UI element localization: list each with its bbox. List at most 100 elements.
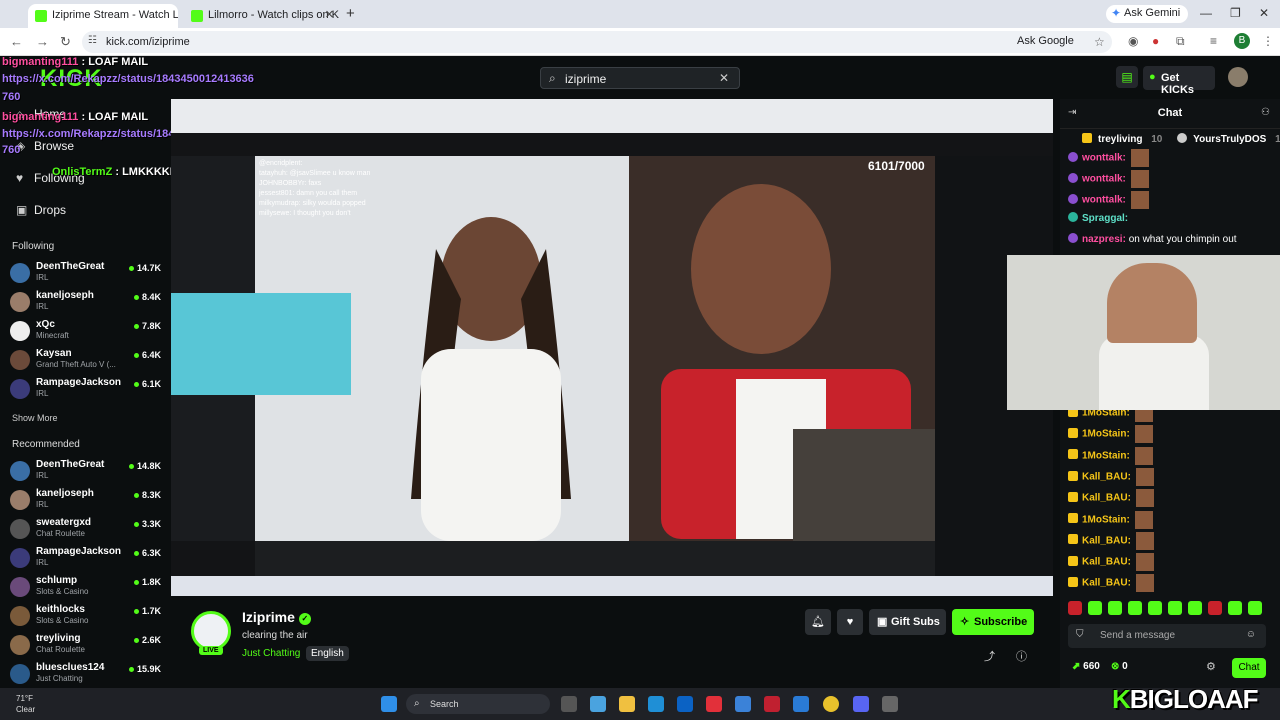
- ask-google-button[interactable]: Ask Google: [1017, 35, 1074, 47]
- chat-username[interactable]: Spraggal:: [1082, 213, 1128, 224]
- sidebar-item-browse[interactable]: ◈ Browse: [16, 139, 74, 159]
- streamer-avatar[interactable]: [191, 611, 231, 651]
- recommended-channel-item[interactable]: kaneljoseph IRL 8.3K: [10, 488, 165, 516]
- settings-gear-icon[interactable]: [882, 696, 898, 712]
- weather-widget[interactable]: 71°F Clear: [16, 693, 35, 715]
- send-chat-button[interactable]: Chat: [1232, 658, 1266, 678]
- chat-username[interactable]: 1MoStain:: [1082, 429, 1130, 440]
- back-icon[interactable]: ←: [10, 34, 23, 49]
- gift-subs-button[interactable]: ▣ Gift Subs: [869, 609, 946, 635]
- following-channel-item[interactable]: RampageJackson IRL 6.1K: [10, 377, 165, 405]
- sidebar-item-drops[interactable]: ▣ Drops: [16, 203, 66, 223]
- close-tab-icon[interactable]: ✕: [325, 8, 334, 21]
- info-icon[interactable]: ⓘ: [1016, 648, 1027, 664]
- reload-icon[interactable]: ↻: [60, 34, 71, 50]
- menu-lines-icon[interactable]: ≡: [1210, 34, 1217, 48]
- mail-icon[interactable]: [793, 696, 809, 712]
- chat-username[interactable]: Kall_BAU:: [1082, 535, 1131, 546]
- ask-gemini-button[interactable]: ✦ Ask Gemini: [1106, 5, 1189, 23]
- emote-button[interactable]: [1108, 601, 1122, 615]
- gifter-2[interactable]: YoursTrulyDOS 1: [1177, 133, 1280, 145]
- chat-username[interactable]: Kall_BAU:: [1082, 493, 1131, 504]
- record-extension-icon[interactable]: ●: [1152, 34, 1159, 48]
- chat-username[interactable]: wonttalk:: [1082, 174, 1126, 185]
- extension-icon[interactable]: ◉: [1128, 34, 1138, 48]
- share-icon[interactable]: ⤴: [984, 648, 995, 664]
- recommended-channel-item[interactable]: treyliving Chat Roulette 2.6K: [10, 633, 165, 661]
- site-info-icon[interactable]: ☷: [88, 35, 97, 46]
- clear-search-icon[interactable]: ✕: [719, 71, 729, 85]
- emote-button[interactable]: [1208, 601, 1222, 615]
- show-more-link[interactable]: Show More: [12, 413, 58, 423]
- search-input[interactable]: ⌕ iziprime ✕: [540, 67, 740, 89]
- emote-button[interactable]: [1228, 601, 1242, 615]
- video-player[interactable]: 6101/7000 @encridplent: tatayhuh: @jsavS…: [171, 99, 1053, 596]
- gifter-1[interactable]: treyliving 10: [1082, 133, 1168, 145]
- puzzle-icon[interactable]: ⧉: [1176, 34, 1185, 49]
- get-kicks-button[interactable]: ● Get KICKs: [1143, 66, 1215, 96]
- emote-button[interactable]: [1148, 601, 1162, 615]
- minimize-icon[interactable]: —: [1200, 6, 1212, 20]
- emote-button[interactable]: [1088, 601, 1102, 615]
- follow-heart-button[interactable]: ♥: [837, 609, 863, 635]
- user-avatar[interactable]: [1228, 67, 1248, 87]
- close-window-icon[interactable]: ✕: [1259, 6, 1269, 20]
- following-channel-item[interactable]: kaneljoseph IRL 8.4K: [10, 290, 165, 318]
- forward-icon[interactable]: →: [36, 34, 49, 49]
- emote-button[interactable]: [1168, 601, 1182, 615]
- new-tab-button[interactable]: +: [346, 5, 355, 22]
- following-channel-item[interactable]: DeenTheGreat IRL 14.7K: [10, 261, 165, 289]
- recommended-channel-item[interactable]: bluesclues124 Just Chatting 15.9K: [10, 662, 165, 690]
- recommended-channel-item[interactable]: schlump Slots & Casino 1.8K: [10, 575, 165, 603]
- chat-username[interactable]: Kall_BAU:: [1082, 578, 1131, 589]
- chat-settings-icon[interactable]: ⚙: [1206, 660, 1216, 673]
- store-icon[interactable]: [677, 696, 693, 712]
- notification-bell-button[interactable]: 🔔︎: [805, 609, 831, 635]
- more-menu-icon[interactable]: ⋮: [1262, 34, 1274, 48]
- recommended-channel-item[interactable]: sweatergxd Chat Roulette 3.3K: [10, 517, 165, 545]
- copilot-icon[interactable]: [590, 696, 606, 712]
- following-channel-item[interactable]: xQc Minecraft 7.8K: [10, 319, 165, 347]
- streamer-name[interactable]: Iziprime ✓: [242, 609, 311, 625]
- tab-lilmorro[interactable]: Lilmorro - Watch clips on K ✕: [184, 4, 340, 28]
- stream-category-link[interactable]: Just Chatting: [242, 648, 300, 659]
- leaderboard-icon[interactable]: ▤: [1116, 66, 1138, 88]
- emote-button[interactable]: [1068, 601, 1082, 615]
- maximize-icon[interactable]: ❐: [1230, 6, 1241, 20]
- chat-username[interactable]: Kall_BAU:: [1082, 472, 1131, 483]
- points-icon: ⊗: [1110, 661, 1120, 672]
- chat-username[interactable]: 1MoStain:: [1082, 450, 1130, 461]
- help-icon[interactable]: [735, 696, 751, 712]
- chat-username[interactable]: nazpresi:: [1082, 234, 1126, 245]
- following-channel-item[interactable]: Kaysan Grand Theft Auto V (... 6.4K: [10, 348, 165, 376]
- chat-username[interactable]: wonttalk:: [1082, 195, 1126, 206]
- file-explorer-icon[interactable]: [619, 696, 635, 712]
- recommended-channel-item[interactable]: RampageJackson IRL 6.3K: [10, 546, 165, 574]
- chat-username[interactable]: wonttalk:: [1082, 153, 1126, 164]
- emote-button[interactable]: [1248, 601, 1262, 615]
- profile-avatar[interactable]: B: [1234, 33, 1250, 49]
- app-icon-red[interactable]: [706, 696, 722, 712]
- recommended-channel-item[interactable]: DeenTheGreat IRL 14.8K: [10, 459, 165, 487]
- chat-username[interactable]: 1MoStain:: [1082, 514, 1130, 525]
- chat-users-icon[interactable]: ⚇: [1261, 107, 1270, 118]
- chrome-icon[interactable]: [823, 696, 839, 712]
- emote-button[interactable]: [1128, 601, 1142, 615]
- chat-username[interactable]: Kall_BAU:: [1082, 557, 1131, 568]
- emoji-icon[interactable]: ☺: [1246, 629, 1256, 640]
- edge-icon[interactable]: [648, 696, 664, 712]
- bookmark-star-icon[interactable]: ☆: [1094, 35, 1105, 49]
- chat-message-input[interactable]: ⛉ Send a message ☺: [1068, 624, 1266, 648]
- taskbar-search[interactable]: ⌕ Search: [406, 694, 550, 714]
- discord-icon[interactable]: [853, 696, 869, 712]
- task-view-icon[interactable]: [561, 696, 577, 712]
- start-menu-icon[interactable]: [381, 696, 397, 712]
- gift-icon: ▣: [16, 203, 28, 217]
- language-tag[interactable]: English: [306, 646, 349, 661]
- url-field[interactable]: ☷ kick.com/iziprime Ask Google ☆: [82, 31, 1112, 53]
- recommended-channel-item[interactable]: keithlocks Slots & Casino 1.7K: [10, 604, 165, 632]
- tab-iziprime[interactable]: Iziprime Stream - Watch Live: [28, 4, 178, 28]
- emote-button[interactable]: [1188, 601, 1202, 615]
- app-icon-shield[interactable]: [764, 696, 780, 712]
- subscribe-button[interactable]: ✧ Subscribe: [952, 609, 1034, 635]
